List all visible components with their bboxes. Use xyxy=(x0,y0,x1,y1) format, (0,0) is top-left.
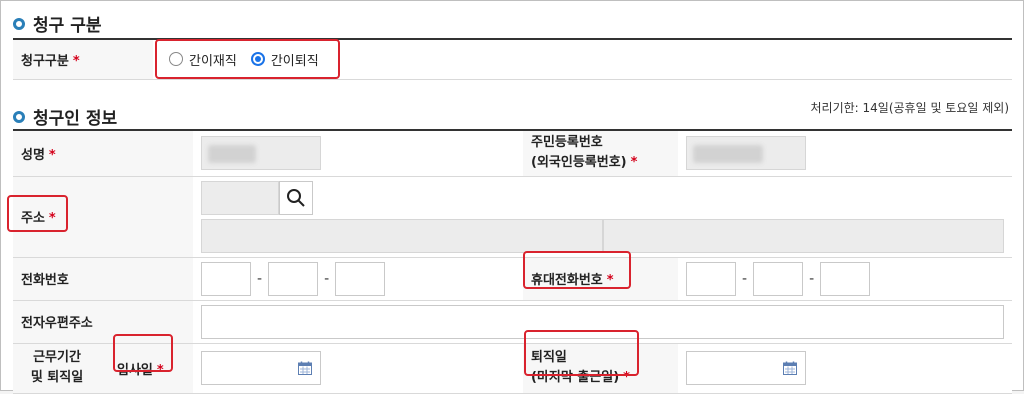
mobile-label-text: 휴대전화번호 xyxy=(531,273,603,288)
leave-date-label-line1: 퇴직일 xyxy=(531,350,567,365)
address-main-field[interactable] xyxy=(201,218,603,253)
leave-date-value xyxy=(678,343,1012,394)
period-label-row: 근무기간 및 퇴직일 입사일 * xyxy=(13,348,193,388)
radio-unchecked-icon[interactable] xyxy=(169,52,183,67)
phone-part2-input[interactable] xyxy=(268,261,319,296)
resident-number-label-line1: 주민등록번호 xyxy=(531,135,603,151)
email-value xyxy=(193,300,1012,344)
zipcode-field[interactable] xyxy=(201,180,279,215)
email-label-text: 전자우편주소 xyxy=(21,316,93,331)
calendar-icon[interactable] xyxy=(298,361,312,375)
mobile-part3-input[interactable] xyxy=(820,261,871,296)
radio-checked-icon[interactable] xyxy=(250,52,265,67)
radio-option-label: 간이퇴직 xyxy=(270,53,319,69)
name-field xyxy=(201,136,321,171)
join-date-label: 입사일 * xyxy=(101,359,164,378)
leave-date-input[interactable] xyxy=(686,351,806,385)
claim-form-panel: 청구 구분 청구구분 * 간이재직 간이퇴직 청구인 정보 처리기한: 14일(… xyxy=(0,0,1024,394)
claimant-info-table: 성명 * 주민등록번호 (외국인등록번호) * 주소 * 전화번호 - - 휴대… xyxy=(13,129,1012,394)
required-mark: * xyxy=(156,362,164,378)
search-icon xyxy=(287,188,305,207)
mobile-label: 휴대전화번호 * xyxy=(523,257,678,301)
mobile-part2-input[interactable] xyxy=(753,261,804,296)
mobile-part1-input[interactable] xyxy=(686,261,736,296)
phone-label-text: 전화번호 xyxy=(21,273,69,288)
separator: - xyxy=(324,270,330,287)
phone-part3-input[interactable] xyxy=(335,261,386,296)
join-date-value xyxy=(193,343,523,394)
phone-value: - - xyxy=(193,257,523,301)
work-period-line1: 근무기간 xyxy=(33,350,81,365)
mobile-inputs: - - xyxy=(686,261,1004,296)
address-search-button[interactable] xyxy=(279,180,313,215)
redacted-text xyxy=(208,145,256,164)
section-bullet-icon xyxy=(13,110,25,123)
claim-type-label: 청구구분 * xyxy=(13,39,153,80)
required-mark: * xyxy=(72,53,80,69)
name-label-text: 성명 xyxy=(21,147,45,163)
required-mark: * xyxy=(606,273,614,288)
separator: - xyxy=(809,270,815,287)
section-title-claimant-info: 청구인 정보 xyxy=(13,104,117,129)
address-label: 주소 * xyxy=(13,176,193,258)
phone-inputs: - - xyxy=(201,261,515,296)
section-title-text: 청구 구분 xyxy=(33,16,102,36)
radio-option-label: 간이재직 xyxy=(189,53,237,69)
resident-number-value xyxy=(678,130,1012,177)
calendar-icon[interactable] xyxy=(783,361,797,375)
email-label: 전자우편주소 xyxy=(13,300,193,344)
join-date-input[interactable] xyxy=(201,351,321,385)
address-value xyxy=(193,176,1012,258)
resident-number-label-line2: (외국인등록번호) xyxy=(531,155,627,171)
work-period-label: 근무기간 및 퇴직일 xyxy=(13,348,101,388)
address-detail-field[interactable] xyxy=(602,218,1004,253)
phone-label: 전화번호 xyxy=(13,257,193,301)
claim-type-value: 간이재직 간이퇴직 xyxy=(153,39,1012,80)
claim-type-radio-group: 간이재직 간이퇴직 xyxy=(161,50,1004,69)
join-date-label-text: 입사일 xyxy=(117,362,153,378)
required-mark: * xyxy=(48,147,56,163)
name-label: 성명 * xyxy=(13,130,193,177)
claim-type-label-text: 청구구분 xyxy=(21,53,69,69)
name-value xyxy=(193,130,523,177)
section-bullet-icon xyxy=(13,17,25,30)
claim-type-table: 청구구분 * 간이재직 간이퇴직 xyxy=(13,38,1012,80)
required-mark: * xyxy=(48,211,56,226)
mobile-value: - - xyxy=(678,257,1012,301)
work-period-line2: 및 퇴직일 xyxy=(30,370,84,385)
address-label-text: 주소 xyxy=(21,211,45,226)
email-input[interactable] xyxy=(201,304,1004,339)
separator: - xyxy=(742,270,748,287)
separator: - xyxy=(257,270,263,287)
section-title-claim-type: 청구 구분 xyxy=(13,11,101,36)
phone-part1-input[interactable] xyxy=(201,261,251,296)
radio-option-in-service[interactable]: 간이재직 xyxy=(169,50,237,69)
section-title-text: 청구인 정보 xyxy=(33,109,118,129)
address-detail-row xyxy=(201,218,1004,253)
resident-number-field xyxy=(686,136,806,171)
leave-date-label: 퇴직일 (마지막 출근일) * xyxy=(523,343,678,394)
required-mark: * xyxy=(630,155,638,171)
radio-option-retired[interactable]: 간이퇴직 xyxy=(250,50,319,69)
leave-date-label-line2: (마지막 출근일) xyxy=(531,370,620,385)
zipcode-row xyxy=(201,180,1004,215)
period-label-cell: 근무기간 및 퇴직일 입사일 * xyxy=(13,343,193,394)
required-mark: * xyxy=(623,370,630,385)
processing-period-note: 처리기한: 14일(공휴일 및 토요일 제외) xyxy=(810,101,1010,115)
resident-number-label: 주민등록번호 (외국인등록번호) * xyxy=(523,130,678,177)
redacted-text xyxy=(693,145,763,164)
